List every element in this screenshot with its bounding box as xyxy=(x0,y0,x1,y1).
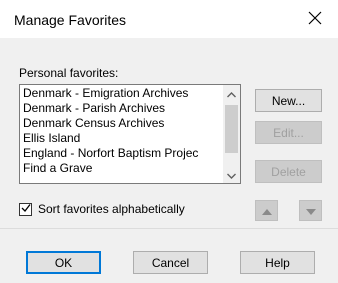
title-bar[interactable]: Manage Favorites xyxy=(0,0,338,38)
edit-button[interactable]: Edit... xyxy=(255,121,322,144)
list-scrollbar[interactable] xyxy=(223,85,240,183)
list-item[interactable]: England - Norfort Baptism Projec xyxy=(20,146,222,161)
list-item[interactable]: Denmark Census Archives xyxy=(20,116,222,131)
help-button[interactable]: Help xyxy=(240,251,315,274)
cancel-button[interactable]: Cancel xyxy=(133,251,208,274)
checkmark-icon xyxy=(21,202,31,216)
sort-checkbox[interactable] xyxy=(19,202,32,216)
list-item[interactable]: Ellis Island xyxy=(20,131,222,146)
dialog-title: Manage Favorites xyxy=(14,12,127,28)
chevron-up-icon xyxy=(227,87,236,101)
close-button[interactable] xyxy=(292,0,338,38)
move-up-button[interactable] xyxy=(255,200,278,221)
delete-button[interactable]: Delete xyxy=(255,160,322,183)
triangle-down-icon xyxy=(305,204,316,218)
scroll-down-button[interactable] xyxy=(223,166,240,183)
list-item[interactable]: Find a Grave xyxy=(20,161,222,176)
personal-favorites-label: Personal favorites: xyxy=(19,66,119,80)
scroll-thumb[interactable] xyxy=(225,105,238,153)
ok-button[interactable]: OK xyxy=(26,251,101,274)
new-button[interactable]: New... xyxy=(255,89,322,112)
list-item[interactable]: Denmark - Emigration Archives xyxy=(20,86,222,101)
list-item[interactable]: Denmark - Parish Archives xyxy=(20,101,222,116)
scroll-up-button[interactable] xyxy=(223,85,240,102)
sort-checkbox-label: Sort favorites alphabetically xyxy=(38,202,185,216)
close-icon xyxy=(308,11,322,28)
move-down-button[interactable] xyxy=(299,200,322,221)
favorites-listbox[interactable]: Denmark - Emigration Archives Denmark - … xyxy=(19,84,241,184)
triangle-up-icon xyxy=(261,204,272,218)
favorites-list: Denmark - Emigration Archives Denmark - … xyxy=(20,86,222,176)
sort-alphabetically-option[interactable]: Sort favorites alphabetically xyxy=(19,202,185,216)
manage-favorites-dialog: Manage Favorites Personal favorites: Den… xyxy=(0,0,338,283)
chevron-down-icon xyxy=(227,168,236,182)
